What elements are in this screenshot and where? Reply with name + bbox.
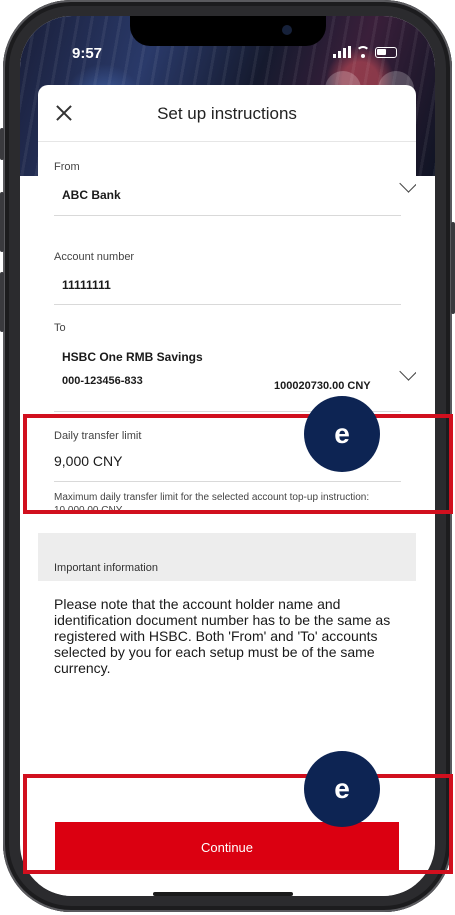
from-divider [54, 215, 401, 216]
phone-action-button [0, 128, 4, 160]
phone-power-button [451, 222, 455, 314]
page-title: Set up instructions [157, 104, 297, 123]
camera-icon [282, 25, 292, 35]
continue-highlight-box [23, 774, 453, 874]
annotation-badge-1: e [304, 396, 380, 472]
status-time: 9:57 [72, 45, 103, 62]
from-label: From [54, 161, 80, 173]
important-info-title: Important information [54, 562, 158, 574]
to-account-balance: 100020730.00 CNY [274, 380, 371, 392]
to-chevron-down-icon[interactable] [399, 362, 416, 381]
account-number-divider [54, 304, 401, 305]
to-account-id: 000-123456-833 [62, 375, 143, 387]
sheet-header: Set up instructions [38, 85, 416, 142]
from-select[interactable]: ABC Bank [62, 188, 121, 202]
wifi-icon [356, 46, 370, 58]
phone-volume-up-button [0, 192, 4, 252]
status-icons [333, 46, 397, 58]
important-info-text: Please note that the account holder name… [54, 596, 391, 676]
daily-limit-highlight-box [23, 414, 453, 514]
cellular-signal-icon [333, 46, 351, 58]
account-number-field[interactable]: 11111111 [62, 278, 111, 292]
to-label: To [54, 322, 66, 334]
from-chevron-down-icon[interactable] [399, 174, 416, 193]
notch [130, 16, 326, 46]
to-account-name[interactable]: HSBC One RMB Savings [62, 350, 203, 364]
annotation-badge-2: e [304, 751, 380, 827]
battery-icon [375, 46, 397, 58]
account-number-label: Account number [54, 251, 135, 263]
phone-volume-down-button [0, 272, 4, 332]
home-indicator [153, 892, 293, 896]
